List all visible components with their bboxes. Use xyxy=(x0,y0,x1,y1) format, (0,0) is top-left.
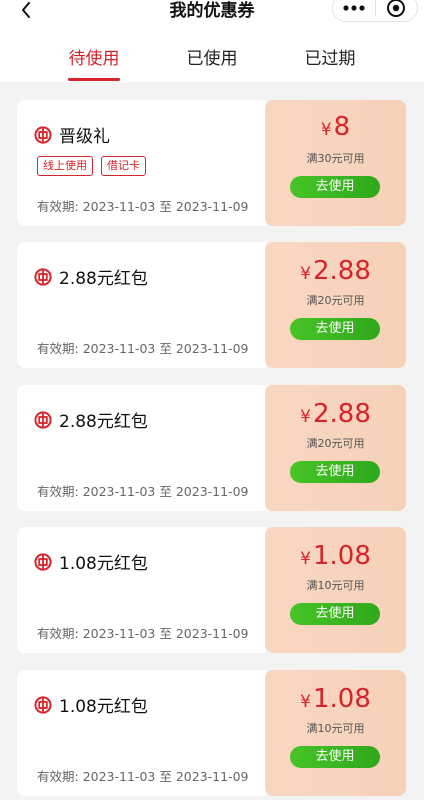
validity-label: 有效期: xyxy=(37,199,79,214)
coupon-info: 2.88元红包 有效期: 2023-11-03 至 2023-11-09 xyxy=(17,242,266,368)
validity-label: 有效期: xyxy=(37,769,79,784)
coupon-value-panel: ¥8 满30元可用 去使用 xyxy=(265,100,406,226)
validity-start: 2023-11-03 xyxy=(82,199,156,214)
coupon-validity: 有效期: 2023-11-03 至 2023-11-09 xyxy=(37,196,249,215)
coupon-info: 1.08元红包 有效期: 2023-11-03 至 2023-11-09 xyxy=(17,670,266,796)
coupon-value-panel: ¥1.08 满10元可用 去使用 xyxy=(265,670,406,796)
coupon-card: 2.88元红包 有效期: 2023-11-03 至 2023-11-09 ¥2.… xyxy=(17,242,407,368)
coupon-name: 2.88元红包 xyxy=(59,412,148,432)
validity-start: 2023-11-03 xyxy=(82,769,156,784)
use-coupon-button[interactable]: 去使用 xyxy=(290,318,380,340)
coupon-card: 晋级礼 线上使用 借记卡 有效期: 2023-11-03 至 2023-11-09… xyxy=(17,100,407,226)
coupon-condition: 满10元可用 xyxy=(306,579,365,592)
tab-bar: 待使用 已使用 已过期 xyxy=(0,40,424,81)
coupon-condition: 满20元可用 xyxy=(306,294,365,307)
coupon-value-panel: ¥2.88 满20元可用 去使用 xyxy=(265,385,406,511)
validity-label: 有效期: xyxy=(37,341,79,356)
coupon-condition: 满10元可用 xyxy=(306,722,365,735)
close-mini-program-button[interactable] xyxy=(376,0,418,21)
currency-symbol: ¥ xyxy=(300,264,311,284)
coupon-value-panel: ¥2.88 满20元可用 去使用 xyxy=(265,242,406,368)
bank-logo-icon xyxy=(34,553,52,571)
active-tab-indicator xyxy=(68,78,120,81)
validity-to: 至 xyxy=(159,626,172,641)
coupon-info: 1.08元红包 有效期: 2023-11-03 至 2023-11-09 xyxy=(17,527,266,653)
bank-logo-icon xyxy=(34,268,52,286)
more-button[interactable] xyxy=(333,0,375,21)
coupon-condition: 满30元可用 xyxy=(306,152,365,165)
currency-symbol: ¥ xyxy=(300,407,311,427)
validity-to: 至 xyxy=(159,341,172,356)
use-coupon-button[interactable]: 去使用 xyxy=(290,176,380,198)
currency-symbol: ¥ xyxy=(320,120,332,140)
amount-value: 2.88 xyxy=(312,256,371,286)
validity-label: 有效期: xyxy=(37,626,79,641)
mini-program-capsule xyxy=(332,0,418,22)
amount-value: 8 xyxy=(333,112,351,142)
tab-unused[interactable]: 待使用 xyxy=(69,44,120,69)
validity-to: 至 xyxy=(159,199,172,214)
coupon-tag: 线上使用 xyxy=(37,156,93,176)
coupon-validity: 有效期: 2023-11-03 至 2023-11-09 xyxy=(37,481,249,500)
currency-symbol: ¥ xyxy=(300,549,311,569)
coupon-validity: 有效期: 2023-11-03 至 2023-11-09 xyxy=(37,338,249,357)
validity-to: 至 xyxy=(159,484,172,499)
coupon-info: 晋级礼 线上使用 借记卡 有效期: 2023-11-03 至 2023-11-09 xyxy=(17,100,266,226)
validity-end: 2023-11-09 xyxy=(175,484,249,499)
amount-value: 1.08 xyxy=(312,541,371,571)
validity-end: 2023-11-09 xyxy=(175,199,249,214)
coupon-amount: ¥2.88 xyxy=(265,399,406,429)
coupon-value-panel: ¥1.08 满10元可用 去使用 xyxy=(265,527,406,653)
coupon-card: 2.88元红包 有效期: 2023-11-03 至 2023-11-09 ¥2.… xyxy=(17,385,407,511)
validity-end: 2023-11-09 xyxy=(175,626,249,641)
validity-label: 有效期: xyxy=(37,484,79,499)
validity-to: 至 xyxy=(159,769,172,784)
currency-symbol: ¥ xyxy=(300,692,311,712)
validity-end: 2023-11-09 xyxy=(175,341,249,356)
coupon-tag: 借记卡 xyxy=(101,156,146,176)
coupon-amount: ¥1.08 xyxy=(265,541,406,571)
use-coupon-button[interactable]: 去使用 xyxy=(290,746,380,768)
coupon-name: 晋级礼 xyxy=(59,127,110,147)
bank-logo-icon xyxy=(34,411,52,429)
top-bar: 我的优惠券 待使用 已使用 已过期 xyxy=(0,0,424,82)
coupon-info: 2.88元红包 有效期: 2023-11-03 至 2023-11-09 xyxy=(17,385,266,511)
coupon-amount: ¥1.08 xyxy=(265,684,406,714)
validity-start: 2023-11-03 xyxy=(82,484,156,499)
tab-used[interactable]: 已使用 xyxy=(187,44,238,69)
coupon-amount: ¥8 xyxy=(265,112,406,142)
coupon-validity: 有效期: 2023-11-03 至 2023-11-09 xyxy=(37,766,249,785)
bank-logo-icon xyxy=(34,126,52,144)
validity-start: 2023-11-03 xyxy=(82,341,156,356)
use-coupon-button[interactable]: 去使用 xyxy=(290,461,380,483)
coupon-card: 1.08元红包 有效期: 2023-11-03 至 2023-11-09 ¥1.… xyxy=(17,527,407,653)
coupon-condition: 满20元可用 xyxy=(306,437,365,450)
use-coupon-button[interactable]: 去使用 xyxy=(290,603,380,625)
bank-logo-icon xyxy=(34,696,52,714)
validity-start: 2023-11-03 xyxy=(82,626,156,641)
coupon-name: 2.88元红包 xyxy=(59,269,148,289)
coupon-amount: ¥2.88 xyxy=(265,256,406,286)
coupon-name: 1.08元红包 xyxy=(59,697,148,717)
amount-value: 2.88 xyxy=(312,399,371,429)
coupon-tags: 线上使用 借记卡 xyxy=(37,156,146,176)
tab-expired[interactable]: 已过期 xyxy=(305,44,356,69)
coupon-card: 1.08元红包 有效期: 2023-11-03 至 2023-11-09 ¥1.… xyxy=(17,670,407,796)
more-dots-icon xyxy=(343,5,365,11)
coupon-name: 1.08元红包 xyxy=(59,554,148,574)
target-icon xyxy=(387,0,406,17)
validity-end: 2023-11-09 xyxy=(175,769,249,784)
coupon-validity: 有效期: 2023-11-03 至 2023-11-09 xyxy=(37,623,249,642)
amount-value: 1.08 xyxy=(312,684,371,714)
